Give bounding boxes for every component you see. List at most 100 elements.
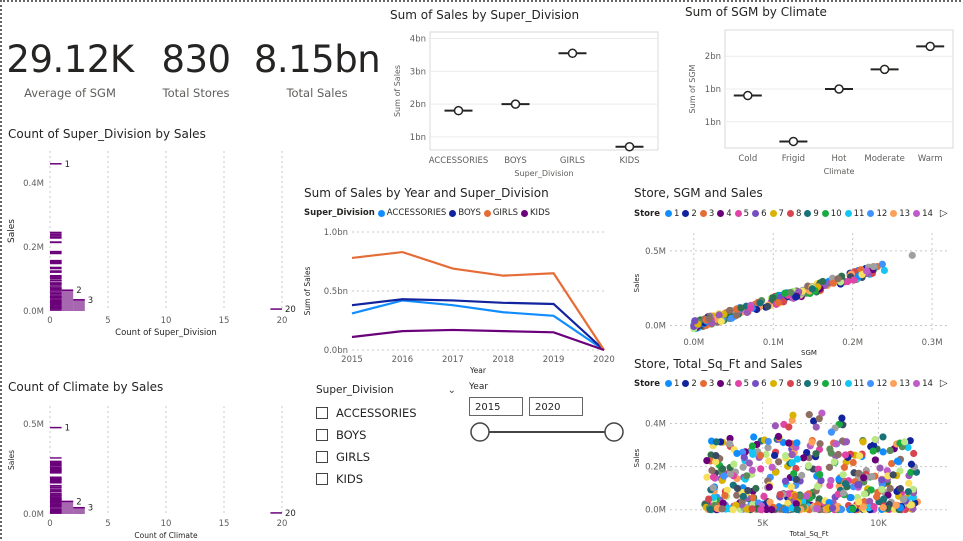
legend-item[interactable]: 8 <box>786 209 801 219</box>
legend-item[interactable]: 3 <box>699 379 714 389</box>
sales-by-year-line-chart[interactable]: 0.0bn0.5bn1.0bn2015 2016 2017 2018 2019 2020Y… <box>300 222 620 378</box>
legend-item[interactable]: KIDS <box>520 208 550 218</box>
legend-item[interactable]: 5 <box>734 209 749 219</box>
year-start-input[interactable]: 2015 <box>469 397 523 416</box>
scatter-point[interactable] <box>764 444 772 452</box>
legend-item[interactable]: 7 <box>769 379 784 389</box>
scatter-point[interactable] <box>743 472 751 480</box>
scatter-point[interactable] <box>880 495 888 503</box>
scatter-point[interactable] <box>782 506 790 514</box>
scatter-point[interactable] <box>886 484 894 493</box>
scatter-point[interactable] <box>816 470 824 479</box>
scatter-point[interactable] <box>859 438 867 446</box>
scatter-point[interactable] <box>827 428 836 436</box>
legend-item[interactable]: 4 <box>717 379 732 389</box>
scatter-point[interactable] <box>907 460 916 468</box>
kpi-total-stores[interactable]: 830 Total Stores <box>150 40 242 101</box>
scatter-point[interactable] <box>726 440 734 448</box>
scatter-point[interactable] <box>834 275 842 283</box>
scatter-point[interactable] <box>748 466 756 474</box>
scatter-point[interactable] <box>855 498 863 506</box>
scatter-point[interactable] <box>740 453 748 462</box>
legend-item[interactable]: 11 <box>844 209 864 219</box>
scatter-point[interactable] <box>842 438 851 446</box>
scatter-point[interactable] <box>705 495 713 503</box>
scatter-point[interactable] <box>774 432 783 441</box>
scatter-point[interactable] <box>849 505 857 513</box>
scatter-point[interactable] <box>870 503 878 511</box>
slicer-option-accessories[interactable]: ACCESSORIES <box>316 402 456 424</box>
scatter-point[interactable] <box>750 433 758 441</box>
scatter-point[interactable] <box>841 480 850 488</box>
slicer-option-girls[interactable]: GIRLS <box>316 446 456 468</box>
scatter-point[interactable] <box>910 449 918 458</box>
legend-item[interactable]: 13 <box>890 209 910 219</box>
scatter-point[interactable] <box>892 501 900 509</box>
scatter-point[interactable] <box>793 455 801 463</box>
scatter-point[interactable] <box>752 484 760 493</box>
scatter-point[interactable] <box>793 505 801 514</box>
year-end-input[interactable]: 2020 <box>529 397 583 416</box>
scatter-point[interactable] <box>775 458 783 466</box>
checkbox[interactable] <box>316 429 328 441</box>
scatter-point[interactable] <box>764 437 772 446</box>
scatter-point[interactable] <box>718 505 726 513</box>
scatter-point[interactable] <box>709 484 717 492</box>
scatter-point[interactable] <box>839 489 848 497</box>
legend-item[interactable]: ACCESSORIES <box>377 208 446 218</box>
scatter-point[interactable] <box>907 501 916 509</box>
scatter-point[interactable] <box>879 433 887 441</box>
scatter-point[interactable] <box>862 267 871 275</box>
legend-item[interactable]: 9 <box>804 209 819 219</box>
scatter-point[interactable] <box>813 483 822 491</box>
legend-item[interactable]: 2 <box>682 209 697 219</box>
scatter-point[interactable] <box>830 458 838 466</box>
scatter-point[interactable] <box>904 488 912 496</box>
scatter-point[interactable] <box>726 470 735 478</box>
scatter-point[interactable] <box>756 299 764 307</box>
scatter-point[interactable] <box>782 452 790 460</box>
scatter-point[interactable] <box>871 456 879 464</box>
chevron-down-icon[interactable]: ⌄ <box>448 385 456 396</box>
scatter-point[interactable] <box>789 411 797 419</box>
legend-item[interactable]: 8 <box>786 379 801 389</box>
scatter-point[interactable] <box>776 490 784 499</box>
scatter-point[interactable] <box>744 487 752 495</box>
legend-item[interactable]: 14 <box>913 209 933 219</box>
scatter-point[interactable] <box>829 504 837 512</box>
scatter-point[interactable] <box>901 438 909 446</box>
scatter-point[interactable] <box>760 492 768 501</box>
scatter-point[interactable] <box>747 304 755 312</box>
scatter-point[interactable] <box>771 422 779 430</box>
checkbox[interactable] <box>316 451 328 463</box>
sales-by-superdivision-chart[interactable]: 1bn 2bn 3bn 4bn ACCESSORIES BOYS GIRLS KIDS Supe… <box>390 24 670 180</box>
scatter-point[interactable] <box>816 440 824 448</box>
scatter-point[interactable] <box>797 492 805 500</box>
count-climate-chart[interactable]: 0.0M 0.5M 0 5 10 15 20 1 23 20 Count of Climate Sal… <box>4 398 300 541</box>
scatter-point[interactable] <box>720 472 728 480</box>
scatter-point[interactable] <box>896 485 905 493</box>
store-legend[interactable]: Store 1 2 3 4 5 6 7 8 9 10 11 12 13 14 ▷ <box>634 208 948 219</box>
kpi-average-sgm[interactable]: 29.12K Average of SGM <box>6 40 134 101</box>
scatter-point[interactable] <box>781 477 790 485</box>
scatter-point[interactable] <box>839 471 847 479</box>
scatter-point[interactable] <box>774 298 782 307</box>
scatter-point[interactable] <box>712 452 720 460</box>
scatter-point[interactable] <box>879 448 887 456</box>
scatter-point[interactable] <box>854 481 862 489</box>
scatter-point[interactable] <box>819 277 827 286</box>
scatter-point[interactable] <box>869 262 878 271</box>
scatter-point[interactable] <box>748 442 757 450</box>
scatter-point[interactable] <box>705 315 713 323</box>
scatter-point[interactable] <box>785 423 793 431</box>
scatter-point[interactable] <box>860 490 869 498</box>
legend-item[interactable]: 12 <box>867 209 887 219</box>
scatter-point[interactable] <box>703 456 711 465</box>
legend-item[interactable]: 12 <box>867 379 887 389</box>
store-sgm-sales-scatter[interactable]: 0.0M 0.5M 0.0M 0.1M 0.2M 0.3M SGM Sales <box>630 225 960 355</box>
scatter-point[interactable] <box>737 304 745 312</box>
scatter-point[interactable] <box>709 473 718 481</box>
scatter-point[interactable] <box>871 435 879 444</box>
kpi-total-sales[interactable]: 8.15bn Total Sales <box>252 40 382 101</box>
legend-item[interactable]: 14 <box>913 379 933 389</box>
